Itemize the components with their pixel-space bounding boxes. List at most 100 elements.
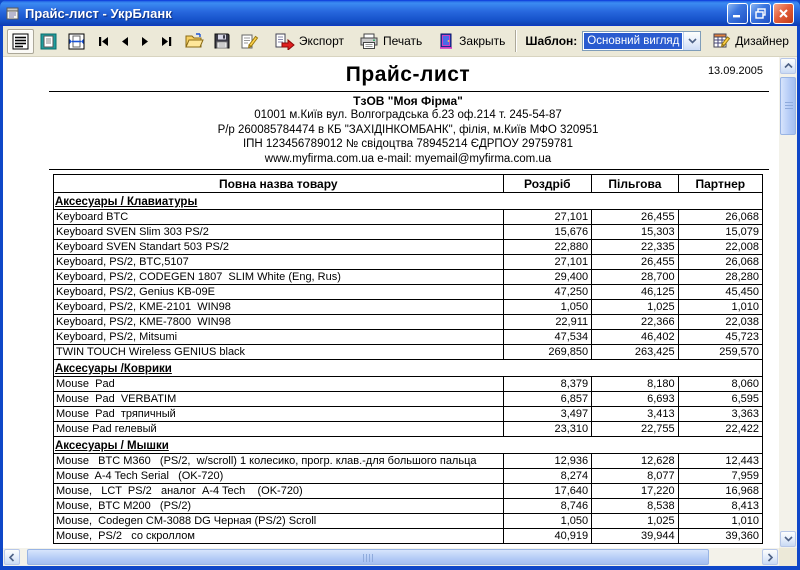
prev-page-button[interactable] [115, 29, 135, 54]
price-cell: 46,402 [592, 330, 678, 345]
product-row: Mouse, PS/2 со скроллом40,91939,94439,36… [54, 529, 763, 544]
section-name: Аксесуары / Мышки [55, 440, 169, 452]
chevron-up-icon [784, 63, 793, 69]
vertical-scroll-thumb[interactable] [780, 77, 796, 135]
price-cell: 22,038 [678, 315, 762, 330]
save-floppy-icon [213, 32, 231, 50]
template-select[interactable]: Основний вигляд [582, 31, 701, 51]
price-cell: 1,050 [503, 514, 592, 529]
price-cell: 3,413 [592, 407, 678, 422]
price-cell: 46,125 [592, 285, 678, 300]
whole-page-icon [39, 32, 58, 51]
product-row: Keyboard, PS/2, Mitsumi47,53446,40245,72… [54, 330, 763, 345]
product-row: Mouse, BTC M200 (PS/2)8,7468,5388,413 [54, 499, 763, 514]
product-row: Keyboard BTC27,10126,45526,068 [54, 210, 763, 225]
scrollbar-corner [779, 548, 797, 566]
app-window: Прайс-лист - УкрБланк [0, 0, 800, 570]
titlebar[interactable]: Прайс-лист - УкрБланк [0, 0, 800, 26]
toolbar-separator [515, 30, 517, 52]
price-cell: 22,422 [678, 422, 762, 437]
price-cell: 40,919 [503, 529, 592, 544]
product-name-cell: Mouse Pad VERBATIM [54, 392, 504, 407]
print-button[interactable]: Печать [355, 29, 426, 54]
product-name-cell: Keyboard, PS/2, Mitsumi [54, 330, 504, 345]
scroll-down-button[interactable] [780, 531, 796, 547]
product-row: Keyboard, PS/2, KME-7800 WIN9822,91122,3… [54, 315, 763, 330]
price-cell: 3,363 [678, 407, 762, 422]
page-view-button[interactable] [7, 29, 34, 54]
price-cell: 22,008 [678, 240, 762, 255]
company-ids-line: ІПН 123456789012 № свідоцтва 78945214 ЄД… [53, 137, 763, 152]
price-cell: 15,079 [678, 225, 762, 240]
edit-button[interactable] [236, 29, 263, 54]
whole-page-button[interactable] [35, 29, 62, 54]
scroll-up-button[interactable] [780, 58, 796, 74]
last-page-button[interactable] [155, 29, 177, 54]
product-name-cell: Mouse Pad [54, 377, 504, 392]
horizontal-scrollbar[interactable] [3, 548, 779, 566]
product-name-cell: Mouse A-4 Tech Serial (OK-720) [54, 469, 504, 484]
price-cell: 39,360 [678, 529, 762, 544]
price-cell: 6,693 [592, 392, 678, 407]
horizontal-scroll-thumb[interactable] [27, 549, 709, 565]
scroll-right-button[interactable] [762, 549, 778, 565]
product-name-cell: Keyboard SVEN Slim 303 PS/2 [54, 225, 504, 240]
scroll-left-button[interactable] [4, 549, 20, 565]
close-window-button[interactable] [773, 3, 794, 24]
open-button[interactable] [180, 29, 208, 54]
price-cell: 8,379 [503, 377, 592, 392]
product-row: Mouse BTC M360 (PS/2, w/scroll) 1 колеси… [54, 454, 763, 469]
edit-pencil-icon [240, 32, 259, 50]
company-rule [49, 169, 769, 170]
export-button[interactable]: Экспорт [270, 29, 348, 54]
table-header-row: Повна назва товару Роздріб Пільгова Парт… [54, 175, 763, 193]
next-page-icon [139, 36, 151, 47]
product-row: TWIN TOUCH Wireless GENIUS black269,8502… [54, 345, 763, 360]
vertical-scrollbar[interactable] [779, 57, 797, 548]
combo-dropdown-button[interactable] [683, 32, 700, 50]
product-row: Keyboard, PS/2, BTC,510727,10126,45526,0… [54, 255, 763, 270]
next-page-button[interactable] [135, 29, 155, 54]
price-cell: 45,450 [678, 285, 762, 300]
col-header-discount: Пільгова [592, 175, 678, 193]
chevron-down-icon [784, 536, 793, 542]
price-cell: 12,628 [592, 454, 678, 469]
template-label: Шаблон: [525, 34, 577, 48]
product-name-cell: TWIN TOUCH Wireless GENIUS black [54, 345, 504, 360]
product-name-cell: Keyboard SVEN Standart 503 PS/2 [54, 240, 504, 255]
price-cell: 15,303 [592, 225, 678, 240]
product-name-cell: Mouse, Codegen CM-3088 DG Черная (PS/2) … [54, 514, 504, 529]
export-button-label: Экспорт [299, 34, 344, 48]
designer-button-label: Дизайнер [735, 34, 789, 48]
price-cell: 269,850 [503, 345, 592, 360]
restore-button[interactable] [750, 3, 771, 24]
product-name-cell: Mouse Pad гелевый [54, 422, 504, 437]
minimize-button[interactable] [727, 3, 748, 24]
col-header-name: Повна назва товару [54, 175, 504, 193]
product-name-cell: Keyboard, PS/2, BTC,5107 [54, 255, 504, 270]
save-button[interactable] [209, 29, 235, 54]
first-page-button[interactable] [93, 29, 115, 54]
close-preview-button-label: Закрыть [459, 34, 505, 48]
designer-button[interactable]: Дизайнер [708, 29, 793, 54]
price-cell: 45,723 [678, 330, 762, 345]
col-header-retail: Роздріб [503, 175, 592, 193]
first-page-icon [97, 36, 111, 47]
page-width-button[interactable] [63, 29, 90, 54]
product-row: Mouse Pad гелевый23,31022,75522,422 [54, 422, 763, 437]
chevron-left-icon [9, 553, 15, 562]
price-cell: 27,101 [503, 255, 592, 270]
price-cell: 29,400 [503, 270, 592, 285]
price-cell: 17,640 [503, 484, 592, 499]
template-selected-value: Основний вигляд [583, 32, 683, 50]
price-cell: 28,280 [678, 270, 762, 285]
product-name-cell: Keyboard, PS/2, KME-7800 WIN98 [54, 315, 504, 330]
exit-door-icon [437, 32, 455, 50]
close-preview-button[interactable]: Закрыть [433, 29, 509, 54]
price-cell: 6,595 [678, 392, 762, 407]
price-cell: 26,455 [592, 255, 678, 270]
product-row: Mouse, LCT PS/2 аналог A-4 Tech (OK-720)… [54, 484, 763, 499]
product-row: Mouse Pad тряпичный3,4973,4133,363 [54, 407, 763, 422]
report-date: 13.09.2005 [708, 65, 763, 77]
export-icon [274, 33, 295, 50]
